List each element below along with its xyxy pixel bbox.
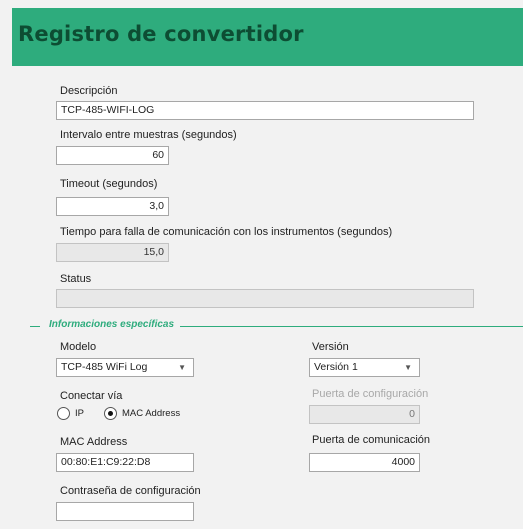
model-select[interactable]: TCP-485 WiFi Log ▼ [56, 358, 194, 377]
model-selected-value: TCP-485 WiFi Log [61, 361, 148, 373]
version-select[interactable]: Versión 1 ▼ [309, 358, 420, 377]
mac-address-field[interactable]: 00:80:E1:C9:22:D8 [56, 453, 194, 472]
page-header: Registro de convertidor [12, 8, 523, 66]
section-title: Informaciones específicas [45, 319, 179, 330]
timeout-label: Timeout (segundos) [60, 178, 158, 190]
radio-ip-label: IP [75, 408, 84, 419]
timeout-field[interactable]: 3,0 [56, 197, 169, 216]
config-port-label: Puerta de configuración [312, 388, 429, 400]
radio-ip[interactable] [57, 407, 70, 420]
connect-via-label: Conectar vía [60, 390, 123, 402]
section-line-left [30, 326, 40, 327]
version-label: Versión [312, 341, 349, 353]
radio-mac-address-label: MAC Address [122, 408, 181, 419]
config-port-field: 0 [309, 405, 420, 424]
section-line-right [180, 326, 523, 327]
model-label: Modelo [60, 341, 97, 353]
communication-port-field[interactable]: 4000 [309, 453, 420, 472]
config-password-field[interactable] [56, 502, 194, 521]
interval-field[interactable]: 60 [56, 146, 169, 165]
radio-mac-address[interactable] [104, 407, 117, 420]
chevron-down-icon: ▼ [178, 363, 186, 372]
failure-time-label: Tiempo para falla de comunicación con lo… [60, 226, 393, 238]
failure-time-field: 15,0 [56, 243, 169, 262]
communication-port-label: Puerta de comunicación [312, 434, 431, 446]
description-field[interactable]: TCP-485-WIFI-LOG [56, 101, 474, 120]
mac-address-label: MAC Address [60, 436, 128, 448]
description-label: Descripción [60, 85, 118, 97]
chevron-down-icon: ▼ [404, 363, 412, 372]
page-title: Registro de convertidor [18, 22, 304, 46]
interval-label: Intervalo entre muestras (segundos) [60, 129, 237, 141]
version-selected-value: Versión 1 [314, 361, 358, 373]
status-label: Status [60, 273, 92, 285]
status-field [56, 289, 474, 308]
config-password-label: Contraseña de configuración [60, 485, 201, 497]
